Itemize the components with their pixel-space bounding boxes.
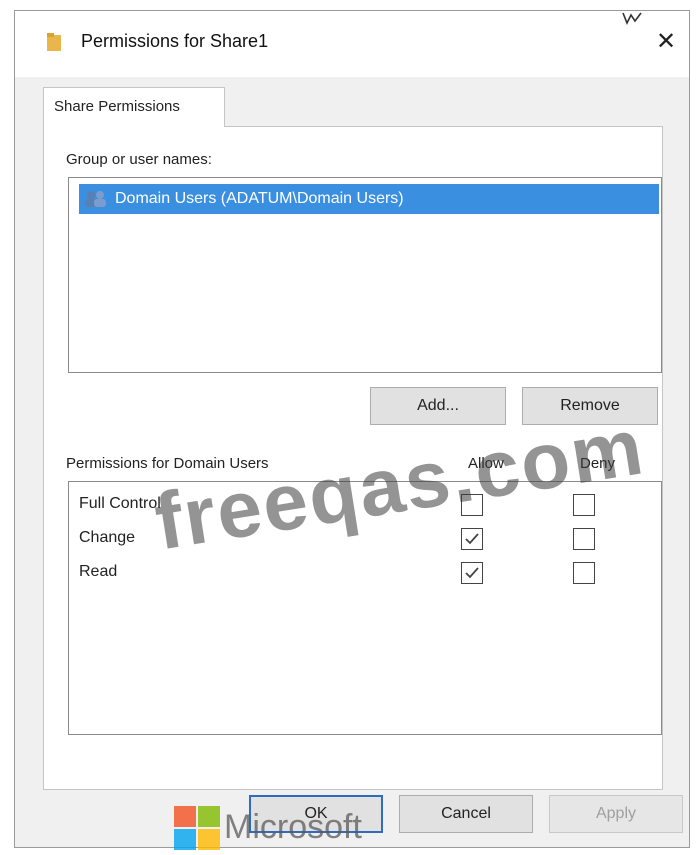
user-name: Domain Users (ADATUM\Domain Users) (115, 190, 404, 207)
permission-name: Read (79, 563, 118, 580)
permissions-dialog: Permissions for Share1 ✕ Share Permissio… (14, 10, 690, 848)
cancel-button[interactable]: Cancel (399, 795, 533, 833)
remove-button[interactable]: Remove (522, 387, 658, 425)
tab-panel: Group or user names: Domain Users (ADATU… (43, 126, 663, 790)
permissions-table: Full Control Change Read (68, 481, 662, 735)
permissions-label: Permissions for Domain Users (66, 455, 269, 472)
window-title: Permissions for Share1 (81, 31, 269, 51)
permission-row-change: Change (79, 524, 649, 552)
checkmark-icon (465, 533, 479, 545)
apply-button[interactable]: Apply (549, 795, 683, 833)
deny-header: Deny (580, 455, 616, 472)
deny-checkbox[interactable] (573, 528, 595, 550)
close-button[interactable]: ✕ (651, 27, 681, 57)
permission-row-full-control: Full Control (79, 490, 649, 518)
user-list[interactable]: Domain Users (ADATUM\Domain Users) (68, 177, 662, 373)
permission-row-read: Read (79, 558, 649, 586)
group-names-label: Group or user names: (66, 151, 212, 168)
title-bar[interactable]: Permissions for Share1 ✕ (15, 11, 689, 77)
allow-header: Allow (468, 455, 504, 472)
users-icon (83, 189, 109, 209)
tab-share-permissions[interactable]: Share Permissions (43, 87, 225, 127)
add-button[interactable]: Add... (370, 387, 506, 425)
permission-name: Change (79, 529, 136, 546)
allow-checkbox[interactable] (461, 528, 483, 550)
microsoft-logo-icon (174, 806, 220, 850)
deny-checkbox[interactable] (573, 494, 595, 516)
checkmark-icon (465, 567, 479, 579)
deny-checkbox[interactable] (573, 562, 595, 584)
list-item[interactable]: Domain Users (ADATUM\Domain Users) (79, 184, 659, 214)
allow-checkbox[interactable] (461, 562, 483, 584)
ok-button[interactable]: OK (249, 795, 383, 833)
folder-icon (47, 33, 61, 51)
allow-checkbox[interactable] (461, 494, 483, 516)
mouse-cursor-icon (621, 11, 643, 25)
permission-name: Full Control (79, 495, 161, 512)
